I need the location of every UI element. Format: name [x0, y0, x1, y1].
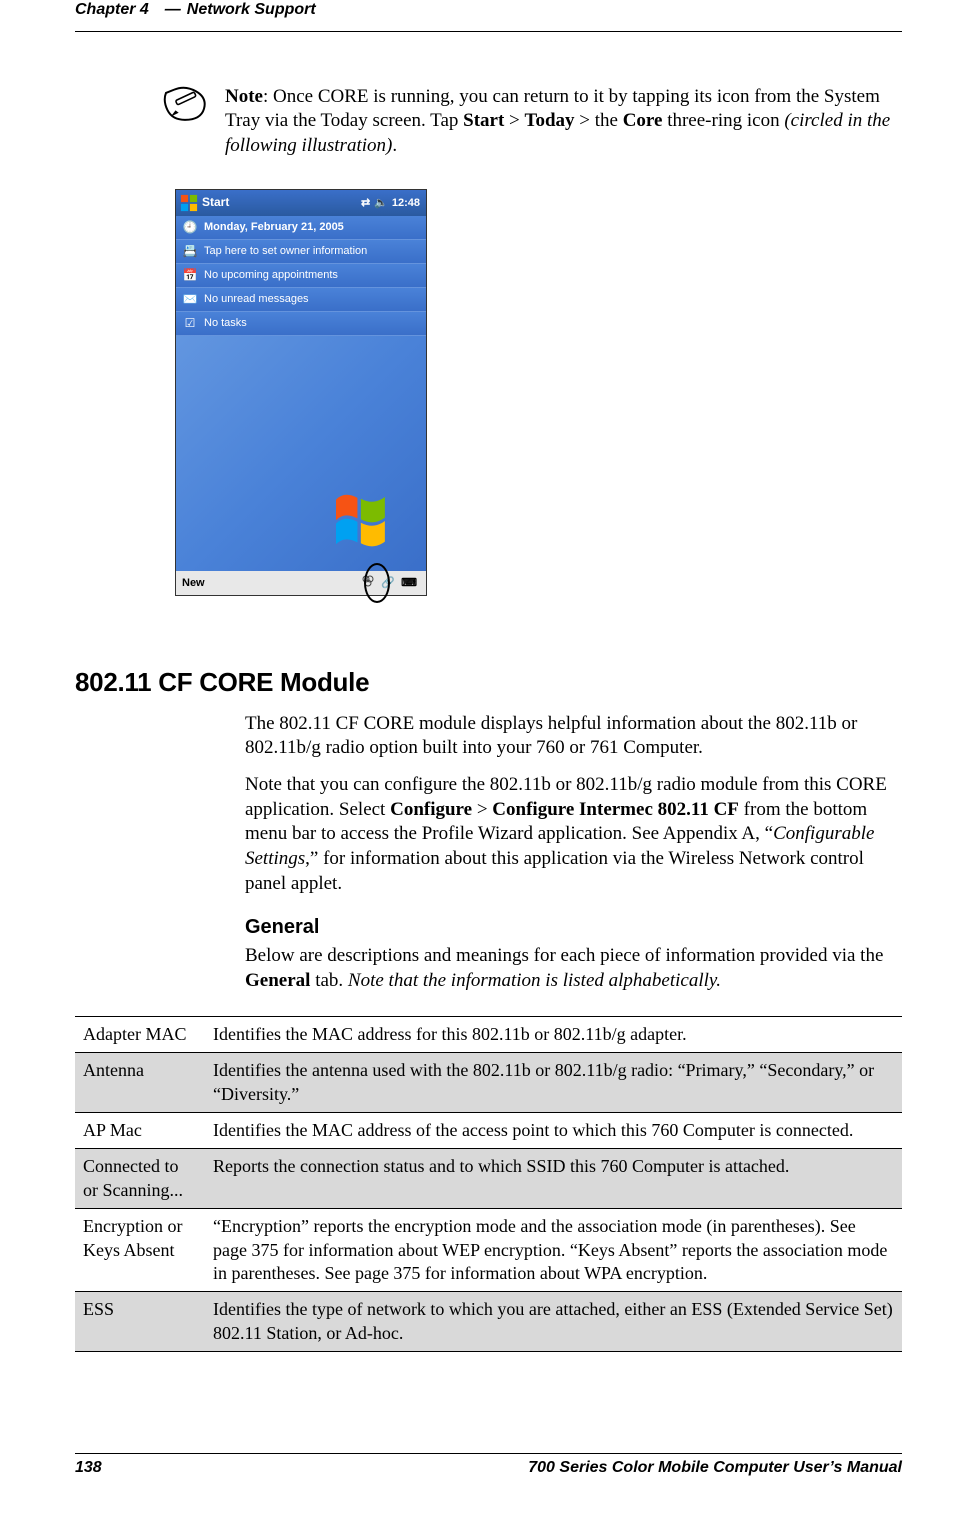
para-1: The 802.11 CF CORE module displays helpf…: [245, 712, 902, 761]
term-cell: ESS: [75, 1292, 205, 1352]
table-row: Encryption or Keys Absent “Encryption” r…: [75, 1209, 902, 1292]
messages-icon: ✉️: [182, 291, 198, 307]
term-cell: Connected to or Scanning...: [75, 1149, 205, 1209]
term-cell: AP Mac: [75, 1113, 205, 1149]
note-icon-wrap: [145, 85, 225, 159]
note-gt1: >: [504, 110, 524, 131]
note-t2: three-ring icon: [662, 110, 784, 131]
table-row: Adapter MAC Identifies the MAC address f…: [75, 1016, 902, 1052]
gp-c: tab.: [310, 970, 347, 991]
pda-messages-row: ✉️ No unread messages: [176, 288, 426, 312]
clock-text: 12:48: [392, 196, 420, 210]
desc-cell: Identifies the antenna used with the 802…: [205, 1053, 902, 1113]
para2-b: Configure: [390, 799, 472, 820]
section-body: The 802.11 CF CORE module displays helpf…: [245, 712, 902, 994]
section-title: 802.11 CF CORE Module: [75, 666, 902, 700]
chapter-label: Chapter 4: [75, 0, 149, 21]
desc-cell: “Encryption” reports the encryption mode…: [205, 1209, 902, 1292]
appointments-icon: 📅: [182, 267, 198, 283]
page-number: 138: [75, 1458, 102, 1479]
desc-cell: Identifies the MAC address for this 802.…: [205, 1016, 902, 1052]
desc-cell: Reports the connection status and to whi…: [205, 1149, 902, 1209]
calendar-icon: 🕘: [182, 219, 198, 235]
para-2: Note that you can configure the 802.11b …: [245, 773, 902, 896]
core-three-ring-icon: [361, 574, 375, 592]
link-icon: 🔗: [381, 576, 395, 590]
para2-c: >: [472, 799, 492, 820]
pda-owner-text: Tap here to set owner information: [204, 244, 367, 258]
speaker-icon: 🔈: [374, 196, 388, 210]
term-cell: Antenna: [75, 1053, 205, 1113]
pda-desktop-area: [176, 336, 426, 571]
pda-date-row: 🕘 Monday, February 21, 2005: [176, 216, 426, 240]
desc-cell: Identifies the type of network to which …: [205, 1292, 902, 1352]
pda-appointments-text: No upcoming appointments: [204, 268, 338, 282]
gp-b: General: [245, 970, 310, 991]
pda-bottombar: New 🔗 ⌨: [176, 571, 426, 595]
pda-topbar: Start ⇄ 🔈 12:48: [176, 190, 426, 216]
tasks-icon: ☑: [182, 315, 198, 331]
pda-tasks-text: No tasks: [204, 316, 247, 330]
general-info-table: Adapter MAC Identifies the MAC address f…: [75, 1016, 902, 1352]
running-header: Chapter 4 — Network Support: [0, 0, 977, 21]
general-para: Below are descriptions and meanings for …: [245, 944, 902, 993]
pda-screenshot-wrapper: Start ⇄ 🔈 12:48 🕘 Monday, February 21, 2…: [175, 189, 902, 596]
pda-messages-text: No unread messages: [204, 292, 309, 306]
note-gt2: > the: [575, 110, 623, 131]
table-row: ESS Identifies the type of network to wh…: [75, 1292, 902, 1352]
note-t3: .: [392, 135, 397, 156]
running-footer: 138 700 Series Color Mobile Computer Use…: [75, 1453, 902, 1479]
pda-tasks-row: ☑ No tasks: [176, 312, 426, 336]
gp-a: Below are descriptions and meanings for …: [245, 945, 883, 966]
term-cell: Adapter MAC: [75, 1016, 205, 1052]
table-row: AP Mac Identifies the MAC address of the…: [75, 1113, 902, 1149]
general-heading: General: [245, 914, 902, 940]
sip-icon: ⌨: [401, 576, 417, 590]
owner-icon: 📇: [182, 243, 198, 259]
pda-new-label: New: [182, 576, 205, 590]
note-today: Today: [525, 110, 575, 131]
connection-icon: ⇄: [361, 196, 370, 210]
note-core: Core: [623, 110, 663, 131]
pda-owner-row: 📇 Tap here to set owner information: [176, 240, 426, 264]
note-prefix: Note: [225, 86, 263, 107]
pda-appointments-row: 📅 No upcoming appointments: [176, 264, 426, 288]
table-row: Connected to or Scanning... Reports the …: [75, 1149, 902, 1209]
header-title: Network Support: [187, 0, 316, 21]
para2-d: Configure Intermec 802.11 CF: [492, 799, 739, 820]
note-block: Note: Once CORE is running, you can retu…: [145, 85, 902, 159]
header-dash: —: [165, 0, 181, 21]
windows-flag-icon: [180, 194, 198, 212]
term-cell: Encryption or Keys Absent: [75, 1209, 205, 1292]
pda-screenshot: Start ⇄ 🔈 12:48 🕘 Monday, February 21, 2…: [175, 189, 427, 596]
windows-logo-big-icon: [331, 491, 401, 551]
note-start: Start: [463, 110, 504, 131]
pda-date-text: Monday, February 21, 2005: [204, 220, 344, 234]
para2-g: ,” for information about this applicatio…: [245, 848, 864, 894]
gp-d: Note that the information is listed alph…: [348, 970, 721, 991]
desc-cell: Identifies the MAC address of the access…: [205, 1113, 902, 1149]
note-text: Note: Once CORE is running, you can retu…: [225, 85, 902, 159]
doc-name: 700 Series Color Mobile Computer User’s …: [528, 1458, 902, 1479]
header-rule: [75, 31, 902, 35]
table-row: Antenna Identifies the antenna used with…: [75, 1053, 902, 1113]
note-pencil-icon: [160, 85, 210, 123]
pda-start-label: Start: [202, 195, 229, 211]
